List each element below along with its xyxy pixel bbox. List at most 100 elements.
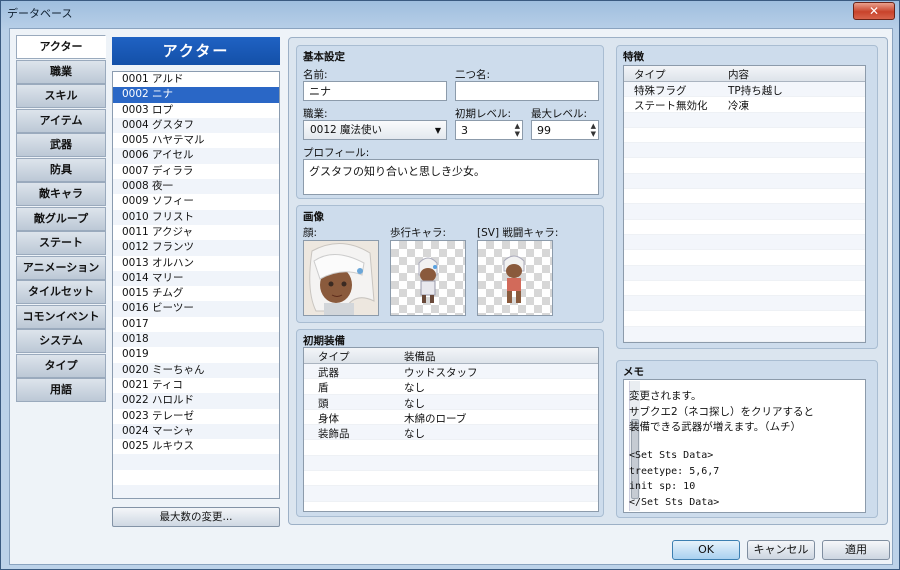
table-row[interactable] — [624, 158, 865, 174]
actor-list-item[interactable]: 0011 アクジャ — [113, 225, 279, 240]
spinner-arrows-icon[interactable]: ▲ ▼ — [591, 122, 596, 138]
actor-list-item[interactable]: 0012 フランツ — [113, 240, 279, 256]
face-label: 顔: — [303, 227, 318, 239]
table-row[interactable] — [624, 311, 865, 327]
images-panel: 画像 顔: 歩行キャラ: [SV] 戦闘キャラ: — [296, 205, 604, 323]
nickname-label: 二つ名: — [455, 69, 491, 81]
actor-list-item[interactable]: 0009 ソフィー — [113, 194, 279, 209]
tab-category[interactable]: コモンイベント — [16, 304, 106, 329]
table-row[interactable] — [624, 112, 865, 128]
table-row[interactable] — [624, 204, 865, 220]
walk-character-image[interactable] — [390, 240, 466, 316]
ok-button[interactable]: OK — [672, 540, 740, 560]
tab-category[interactable]: スキル — [16, 84, 106, 108]
tab-category[interactable]: 職業 — [16, 59, 106, 84]
actor-list-item[interactable]: 0010 フリスト — [113, 209, 279, 225]
tab-category[interactable]: タイプ — [16, 353, 106, 378]
table-row[interactable]: 武器 ウッドスタッフ — [304, 364, 598, 380]
initial-level-stepper[interactable]: 3 ▲ ▼ — [455, 120, 523, 140]
actor-list-item[interactable]: 0020 ミーちゃん — [113, 362, 279, 378]
actor-list-item[interactable]: 0021 ティコ — [113, 378, 279, 393]
table-row[interactable]: ステート無効化 冷凍 — [624, 97, 865, 113]
actor-list-item[interactable]: 0015 チムグ — [113, 286, 279, 301]
actor-list-item[interactable]: 0019 — [113, 347, 279, 362]
table-row[interactable] — [624, 189, 865, 205]
tab-category[interactable]: システム — [16, 329, 106, 353]
actor-list-item[interactable]: 0018 — [113, 332, 279, 348]
table-row[interactable] — [624, 326, 865, 342]
sv-battler-label: [SV] 戦闘キャラ: — [477, 227, 559, 239]
tab-category[interactable]: 敵キャラ — [16, 182, 106, 206]
spinner-arrows-icon[interactable]: ▲ ▼ — [515, 122, 520, 138]
table-row[interactable] — [624, 143, 865, 159]
close-button[interactable]: ✕ — [853, 2, 895, 20]
change-max-button[interactable]: 最大数の変更... — [112, 507, 280, 527]
actor-list-item[interactable]: 0025 ルキウス — [113, 439, 279, 454]
traits-table[interactable]: タイプ 内容 特殊フラグ TP持ち越し ステート無効化 冷凍 — [623, 65, 866, 343]
table-row[interactable] — [304, 455, 598, 472]
tab-category[interactable]: 防具 — [16, 157, 106, 182]
memo-line: <Set Sts Data> — [629, 450, 714, 461]
title-bar: データベース ✕ — [1, 1, 899, 25]
actor-list-item[interactable]: 0003 ロプ — [113, 103, 279, 118]
actor-list-item[interactable]: 0004 グスタフ — [113, 117, 279, 134]
tab-category[interactable]: タイルセット — [16, 280, 106, 304]
memo-panel: メモ 変更されます。 サブクエ2（ネコ探し）をクリアすると 装備できる武器が増えます… — [616, 360, 878, 518]
actor-list-item[interactable]: 0013 オルハン — [113, 256, 279, 271]
tab-category[interactable]: 武器 — [16, 133, 106, 157]
actor-list-item[interactable]: 0014 マリー — [113, 270, 279, 287]
actor-list-item[interactable]: 0007 ディララ — [113, 164, 279, 179]
actor-list-item[interactable]: 0006 アイセル — [113, 148, 279, 164]
equipment-table[interactable]: タイプ 装備品 武器 ウッドスタッフ盾なし頭なし 身体 木綿のローブ 装飾品 なし — [303, 347, 599, 512]
table-row[interactable] — [624, 281, 865, 297]
actor-list-item[interactable]: 0017 — [113, 317, 279, 332]
actor-list-item[interactable]: 0008 夜一 — [113, 179, 279, 195]
actor-list-item[interactable]: 0005 ハヤテマル — [113, 133, 279, 148]
nickname-field[interactable] — [455, 81, 599, 101]
actor-list-item[interactable]: 0024 マーシャ — [113, 423, 279, 440]
memo-line: treetype: 5,6,7 — [629, 465, 720, 477]
memo-textarea[interactable]: 変更されます。 サブクエ2（ネコ探し）をクリアすると 装備できる武器が増えます。（ム… — [623, 379, 866, 513]
actor-list-item[interactable]: 0022 ハロルド — [113, 393, 279, 409]
apply-button[interactable]: 適用 — [822, 540, 890, 560]
tab-category[interactable]: 敵グループ — [16, 206, 106, 231]
table-row[interactable] — [304, 486, 598, 502]
table-row[interactable] — [624, 234, 865, 251]
table-row[interactable] — [624, 265, 865, 281]
cancel-button[interactable]: キャンセル — [747, 540, 815, 560]
empty-row — [113, 485, 279, 498]
initial-equipment-panel: 初期装備 タイプ 装備品 武器 ウッドスタッフ盾なし頭なし 身体 木綿のローブ 装飾品な… — [296, 329, 604, 517]
profile-textarea[interactable]: グスタフの知り合いと思しき少女。 — [303, 159, 599, 195]
traits-table-header: タイプ 内容 — [624, 66, 865, 82]
table-row[interactable] — [624, 250, 865, 266]
tab-category[interactable]: ステート — [16, 231, 106, 255]
empty-row — [113, 470, 279, 485]
actor-list-item[interactable]: 0016 ビーツー — [113, 301, 279, 317]
table-row[interactable]: 頭 なし — [304, 394, 598, 410]
table-row[interactable] — [624, 128, 865, 144]
name-field[interactable]: ニナ — [303, 81, 447, 101]
actor-list-item[interactable]: 0002 ニナ — [113, 87, 279, 103]
table-row[interactable]: 装飾品 なし — [304, 425, 598, 441]
tab-category[interactable]: アニメーション — [16, 255, 106, 280]
table-row[interactable] — [624, 296, 865, 312]
class-select[interactable]: 0012 魔法使い ▼ — [303, 120, 447, 140]
tab-category[interactable]: 用語 — [16, 378, 106, 402]
actor-list[interactable]: 0001 アルド 0002 ニナ 0003 ロプ 0004 グスタフ 0005 ハヤテマ… — [112, 71, 280, 499]
table-row[interactable] — [624, 173, 865, 190]
table-row[interactable] — [304, 440, 598, 456]
table-row[interactable] — [304, 502, 598, 511]
table-row[interactable]: 身体 木綿のローブ — [304, 410, 598, 426]
max-level-stepper[interactable]: 99 ▲ ▼ — [531, 120, 599, 140]
table-row[interactable]: 盾 なし — [304, 379, 598, 395]
tab-category[interactable]: アイテム — [16, 108, 106, 133]
tab-category[interactable]: アクター — [16, 35, 106, 59]
table-row[interactable] — [624, 220, 865, 235]
actor-list-item[interactable]: 0001 アルド — [113, 72, 279, 87]
table-row[interactable]: 特殊フラグ TP持ち越し — [624, 82, 865, 98]
face-image[interactable] — [303, 240, 379, 316]
actor-list-item[interactable]: 0023 テレーゼ — [113, 409, 279, 424]
sv-battler-image[interactable] — [477, 240, 553, 316]
table-row[interactable] — [304, 471, 598, 487]
equip-item: なし — [404, 397, 425, 410]
